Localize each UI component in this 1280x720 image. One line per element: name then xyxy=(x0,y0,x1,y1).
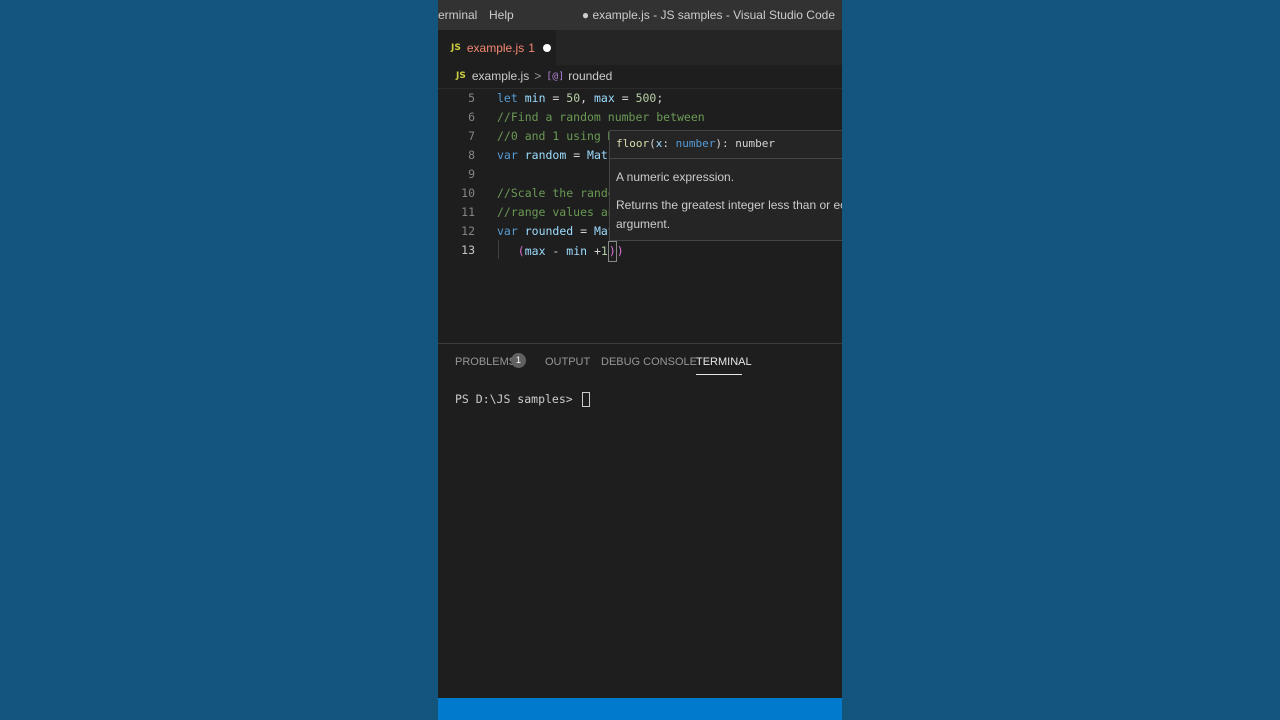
indent-guide xyxy=(498,240,499,259)
breadcrumb: JS example.js > [@] rounded xyxy=(438,65,842,87)
line-code: var random = Math xyxy=(497,146,615,165)
line-number: 12 xyxy=(461,224,475,238)
unsaved-dot-icon[interactable] xyxy=(542,43,551,52)
code-token: = xyxy=(614,91,636,105)
code-token: min xyxy=(524,91,546,105)
code-token: max xyxy=(524,244,546,258)
line-code: (max - min +1)) xyxy=(497,241,624,262)
code-token: ( xyxy=(517,244,525,258)
code-token: var xyxy=(497,224,518,238)
line-number: 6 xyxy=(468,110,475,124)
code-token: //range values an xyxy=(497,205,615,219)
window-title: ● example.js - JS samples - Visual Studi… xyxy=(581,8,835,22)
line-code: //range values an xyxy=(497,203,615,222)
vscode-window: erminal Help ● example.js - JS samples -… xyxy=(438,0,842,720)
hover-param-doc: A numeric expression. xyxy=(616,170,735,184)
code-token: 1 xyxy=(600,244,608,258)
active-tab-indicator xyxy=(696,374,742,375)
signature-token: ): number xyxy=(715,137,775,150)
code-token: - xyxy=(545,244,567,258)
code-line[interactable]: 6 //Find a random number between xyxy=(438,108,842,127)
breadcrumb-symbol[interactable]: rounded xyxy=(568,69,612,83)
line-number: 5 xyxy=(468,91,475,105)
line-number: 8 xyxy=(468,148,475,162)
code-token: var xyxy=(497,148,518,162)
problems-count-badge: 1 xyxy=(511,353,526,368)
code-token: min xyxy=(566,244,588,258)
code-token: rounded xyxy=(524,224,574,238)
code-token: + xyxy=(587,244,601,258)
line-number: 13 xyxy=(461,243,475,257)
editor-tab-bar: JS example.js 1 xyxy=(438,30,842,65)
tab-label: example.js xyxy=(466,40,525,55)
line-number: 9 xyxy=(468,167,475,181)
line-code: //0 and 1 using M xyxy=(497,127,615,146)
line-number: 10 xyxy=(461,186,475,200)
code-token: let xyxy=(497,91,518,105)
code-token: = xyxy=(573,224,594,238)
tab-example-js[interactable]: JS example.js 1 xyxy=(438,30,556,65)
terminal-prompt-line[interactable]: PS D:\JS samples> xyxy=(455,392,590,407)
code-token: = xyxy=(545,91,567,105)
breadcrumb-file[interactable]: example.js xyxy=(472,69,529,83)
line-number: 7 xyxy=(468,129,475,143)
title-bar: erminal Help ● example.js - JS samples -… xyxy=(438,0,842,30)
code-token: //Scale the rando xyxy=(497,186,615,200)
signature-token: ( xyxy=(649,137,656,150)
code-token: = xyxy=(566,148,588,162)
code-token: //Find a random number between xyxy=(497,110,705,124)
code-token: max xyxy=(594,91,615,105)
tab-problems[interactable]: PROBLEMS xyxy=(455,356,516,368)
tab-debug-console[interactable]: DEBUG CONSOLE xyxy=(601,356,697,368)
code-token: , xyxy=(580,91,594,105)
hover-divider xyxy=(610,158,842,159)
bottom-panel: PROBLEMS 1 OUTPUT DEBUG CONSOLE TERMINAL… xyxy=(438,343,842,699)
code-line[interactable]: 5 let min = 50, max = 500; xyxy=(438,89,842,108)
breadcrumb-javascript-file-icon: JS xyxy=(456,71,466,81)
line-code: //Scale the rando xyxy=(497,184,615,203)
code-token: 50 xyxy=(566,91,581,105)
variable-symbol-icon: [@] xyxy=(546,70,565,82)
hover-signature: floor(x: number): number xyxy=(616,137,775,150)
signature-token: : xyxy=(662,137,676,150)
hover-tooltip: floor(x: number): number A numeric expre… xyxy=(609,130,842,241)
code-token: 500 xyxy=(635,91,657,105)
code-token: ; xyxy=(656,91,664,105)
signature-token: number xyxy=(675,137,716,150)
breadcrumb-chevron-right-icon: > xyxy=(534,69,542,83)
signature-token: floor xyxy=(616,137,650,150)
tab-output[interactable]: OUTPUT xyxy=(545,356,590,368)
code-token: ) xyxy=(616,244,624,258)
tab-problem-badge: 1 xyxy=(528,40,535,55)
menu-help[interactable]: Help xyxy=(489,8,514,22)
terminal-prompt: PS D:\JS samples> xyxy=(455,392,580,406)
line-number: 11 xyxy=(461,205,475,219)
code-token: ) xyxy=(607,241,617,262)
line-code: let min = 50, max = 500; xyxy=(497,89,663,108)
line-code: //Find a random number between xyxy=(497,108,705,127)
code-token: random xyxy=(524,148,567,162)
javascript-file-icon: JS xyxy=(451,42,461,53)
terminal-cursor xyxy=(581,392,590,407)
tab-terminal[interactable]: TERMINAL xyxy=(696,356,752,368)
code-token: //0 and 1 using M xyxy=(497,129,615,143)
line-code: var rounded = Mat xyxy=(497,222,615,241)
hover-description: Returns the greatest integer less than o… xyxy=(616,198,842,231)
menu-terminal[interactable]: erminal xyxy=(438,8,477,22)
status-bar xyxy=(438,698,842,720)
